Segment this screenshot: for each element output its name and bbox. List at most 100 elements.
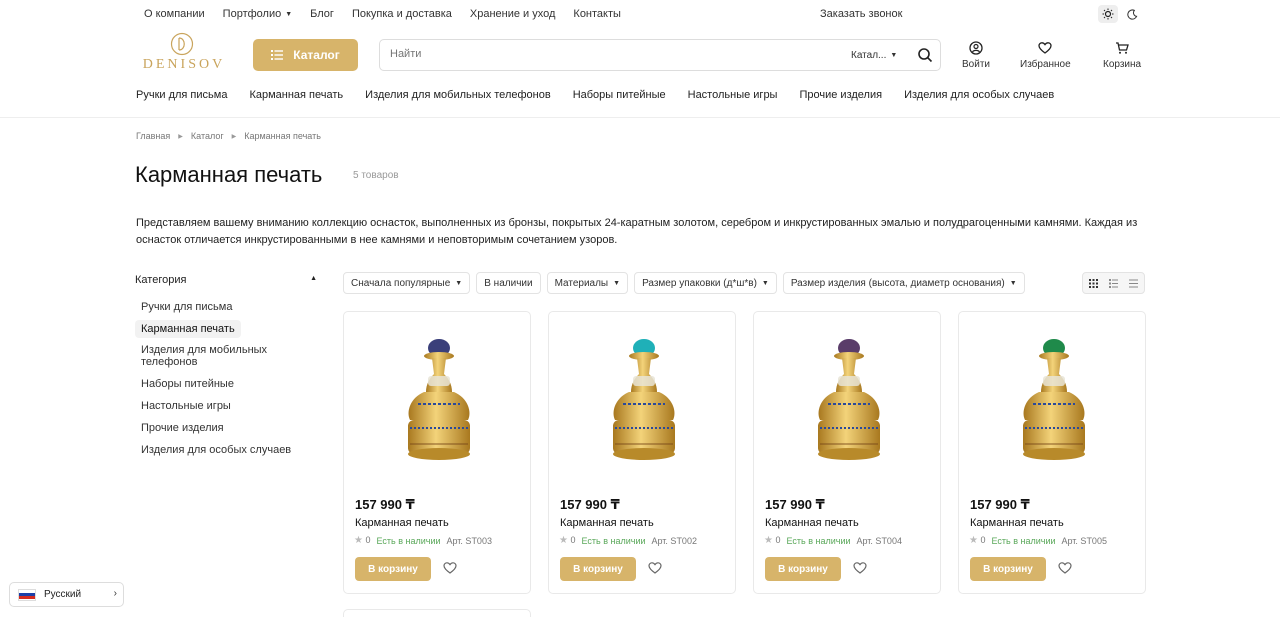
- topnav-blog[interactable]: Блог: [310, 8, 334, 20]
- sidebar-item[interactable]: Изделия для особых случаев: [135, 441, 297, 459]
- product-card[interactable]: 157 990 ₸ Карманная печать ★ 0 Есть в на…: [958, 311, 1146, 594]
- caret-down-icon: ▼: [761, 279, 769, 287]
- chevron-right-icon: ▶: [178, 133, 183, 140]
- product-sku: Арт. ST003: [446, 535, 492, 546]
- catnav-item[interactable]: Карманная печать: [249, 89, 343, 101]
- list-view-icon[interactable]: [1103, 273, 1123, 293]
- sidebar-item[interactable]: Настольные игры: [135, 397, 237, 415]
- sidebar-title: Категория: [135, 274, 187, 286]
- catnav-item[interactable]: Ручки для письма: [136, 89, 227, 101]
- heart-icon[interactable]: [853, 561, 867, 575]
- sidebar-item-active[interactable]: Карманная печать: [135, 320, 241, 338]
- moon-icon[interactable]: [1122, 5, 1142, 23]
- search-icon[interactable]: [917, 47, 933, 63]
- add-to-cart-button[interactable]: В корзину: [560, 557, 636, 581]
- heart-icon[interactable]: [1058, 561, 1072, 575]
- stock-status: Есть в наличии: [376, 535, 441, 546]
- product-card[interactable]: 157 990 ₸ Карманная печать ★ 0 Есть в на…: [753, 311, 941, 594]
- sidebar-item[interactable]: Наборы питейные: [135, 375, 240, 393]
- chevron-right-icon: ▶: [231, 133, 237, 140]
- theme-switcher: [1098, 5, 1142, 23]
- product-price: 157 990 ₸: [970, 497, 1030, 512]
- sidebar-category-toggle[interactable]: Категория ▲: [135, 274, 319, 286]
- topnav-delivery[interactable]: Покупка и доставка: [352, 8, 452, 20]
- cart-button[interactable]: Корзина: [1103, 41, 1141, 70]
- caret-down-icon: ▼: [455, 279, 463, 287]
- grid-view-icon[interactable]: [1083, 273, 1103, 293]
- caret-down-icon: ▼: [890, 51, 898, 59]
- heart-icon[interactable]: [648, 561, 662, 575]
- product-meta: ★ 0 Есть в наличии Арт. ST004: [764, 535, 902, 546]
- favorites-button[interactable]: Избранное: [1020, 41, 1071, 70]
- product-sku: Арт. ST004: [856, 535, 902, 546]
- search-scope-select[interactable]: Катал... ▼: [851, 50, 897, 61]
- catalog-button[interactable]: Каталог: [253, 39, 358, 71]
- product-image[interactable]: [599, 336, 689, 476]
- breadcrumb-current: Карманная печать: [244, 131, 321, 141]
- sort-select[interactable]: Сначала популярные ▼: [343, 272, 471, 294]
- favorites-label: Избранное: [1020, 59, 1071, 70]
- product-price: 157 990 ₸: [765, 497, 825, 512]
- search-input[interactable]: [390, 48, 790, 60]
- topnav-care[interactable]: Хранение и уход: [470, 8, 556, 20]
- rating-value: 0: [365, 535, 371, 545]
- product-name[interactable]: Карманная печать: [560, 517, 654, 529]
- product-image[interactable]: [394, 336, 484, 476]
- rating: ★ 0: [354, 535, 371, 546]
- package-size-filter[interactable]: Размер упаковки (д*ш*в) ▼: [634, 272, 777, 294]
- product-meta: ★ 0 Есть в наличии Арт. ST003: [354, 535, 492, 546]
- catnav-item[interactable]: Прочие изделия: [799, 89, 882, 101]
- product-sku: Арт. ST005: [1061, 535, 1107, 546]
- add-to-cart-button[interactable]: В корзину: [765, 557, 841, 581]
- add-to-cart-button[interactable]: В корзину: [970, 557, 1046, 581]
- sidebar-item[interactable]: Ручки для письма: [135, 298, 238, 316]
- caret-down-icon: ▼: [613, 279, 621, 287]
- product-image[interactable]: [804, 336, 894, 476]
- caret-up-icon: ▲: [310, 275, 317, 282]
- product-name[interactable]: Карманная печать: [355, 517, 449, 529]
- cart-label: Корзина: [1103, 59, 1142, 70]
- breadcrumb-catalog[interactable]: Каталог: [191, 131, 224, 141]
- product-image[interactable]: [1009, 336, 1099, 476]
- product-name[interactable]: Карманная печать: [765, 517, 859, 529]
- user-icon: [969, 41, 983, 55]
- language-selector[interactable]: Русский ›: [9, 582, 124, 607]
- search-scope-label: Катал...: [851, 50, 887, 61]
- catnav-item[interactable]: Настольные игры: [688, 89, 778, 101]
- star-icon: ★: [354, 535, 363, 546]
- product-size-filter[interactable]: Размер изделия (высота, диаметр основани…: [782, 272, 1025, 294]
- catnav-item[interactable]: Наборы питейные: [573, 89, 666, 101]
- cart-icon: [1116, 42, 1129, 54]
- sun-icon[interactable]: [1098, 5, 1118, 23]
- stock-status: Есть в наличии: [786, 535, 851, 546]
- in-stock-filter[interactable]: В наличии: [476, 272, 541, 294]
- materials-filter[interactable]: Материалы ▼: [546, 272, 629, 294]
- compact-list-icon[interactable]: [1124, 273, 1144, 293]
- topnav-about[interactable]: О компании: [144, 8, 205, 20]
- catnav-item[interactable]: Изделия для мобильных телефонов: [365, 89, 551, 101]
- category-nav: Ручки для письма Карманная печать Издели…: [136, 89, 1054, 101]
- topnav-contacts[interactable]: Контакты: [573, 8, 621, 20]
- heart-icon[interactable]: [443, 561, 457, 575]
- catalog-button-label: Каталог: [293, 48, 340, 62]
- product-card[interactable]: [343, 609, 531, 617]
- product-meta: ★ 0 Есть в наличии Арт. ST002: [559, 535, 697, 546]
- login-button[interactable]: Войти: [962, 41, 990, 70]
- product-card[interactable]: 157 990 ₸ Карманная печать ★ 0 Есть в на…: [343, 311, 531, 594]
- category-description: Представляем вашему вниманию коллекцию о…: [136, 217, 1138, 246]
- filter-label: В наличии: [484, 277, 533, 289]
- sidebar-item[interactable]: Прочие изделия: [135, 419, 230, 437]
- breadcrumb-home[interactable]: Главная: [136, 131, 170, 141]
- rating-value: 0: [570, 535, 576, 545]
- logo[interactable]: DENISOV: [136, 30, 232, 72]
- add-to-cart-button[interactable]: В корзину: [355, 557, 431, 581]
- chevron-right-icon: ›: [113, 588, 117, 599]
- sidebar-item[interactable]: Изделия для мобильных телефонов: [135, 341, 295, 371]
- product-card[interactable]: 157 990 ₸ Карманная печать ★ 0 Есть в на…: [548, 311, 736, 594]
- russia-flag-icon: [18, 588, 36, 601]
- filters-bar: Сначала популярные ▼ В наличии Материалы ▼…: [343, 272, 1025, 294]
- product-name[interactable]: Карманная печать: [970, 517, 1064, 529]
- callback-link[interactable]: Заказать звонок: [820, 8, 902, 20]
- topnav-portfolio[interactable]: Портфолио ▼: [223, 8, 292, 20]
- catnav-item[interactable]: Изделия для особых случаев: [904, 89, 1054, 101]
